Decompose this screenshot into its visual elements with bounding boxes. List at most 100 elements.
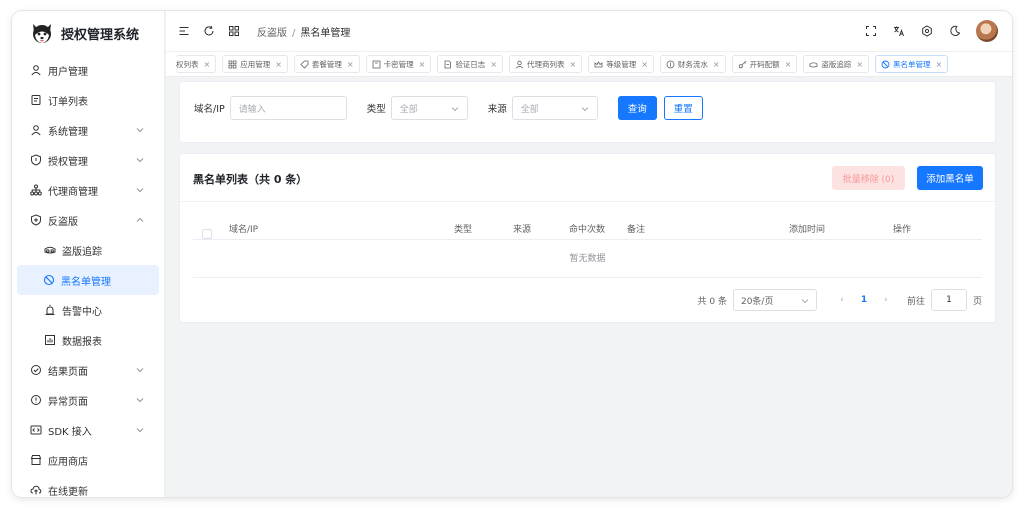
sidebar-menu: 用户管理 订单列表 系统管理 授权管理 代理商管理 反盗版 盗版追踪 黑名单管理… xyxy=(12,55,164,497)
sidebar-item-label: 订单列表 xyxy=(48,96,88,108)
close-icon[interactable]: × xyxy=(936,60,943,69)
tab-blacklist-management[interactable]: 黑名单管理 × xyxy=(875,55,949,73)
tab-label: 卡密管理 xyxy=(383,59,414,69)
sidebar-item-blacklist-management[interactable]: 黑名单管理 xyxy=(17,265,159,295)
close-icon[interactable]: × xyxy=(275,60,282,69)
ban-icon xyxy=(881,60,890,69)
source-select[interactable]: 全部 xyxy=(511,96,598,120)
translate-icon[interactable] xyxy=(892,24,906,38)
sidebar-item-order-list[interactable]: 订单列表 xyxy=(12,85,164,115)
sidebar-item-label: SDK 接入 xyxy=(48,426,92,438)
tab-level-management[interactable]: 等级管理 × xyxy=(588,55,654,73)
sidebar-item-license-management[interactable]: 授权管理 xyxy=(12,145,164,175)
page-size-select[interactable]: 20条/页 xyxy=(732,289,817,311)
sidebar-item-app-store[interactable]: 应用商店 xyxy=(12,445,164,475)
tab-app-management[interactable]: 应用管理 × xyxy=(222,55,288,73)
query-button[interactable]: 查询 xyxy=(617,96,657,120)
card-icon xyxy=(372,60,381,69)
grid-icon xyxy=(228,60,237,69)
crown-icon xyxy=(594,60,603,69)
sidebar-item-agent-management[interactable]: 代理商管理 xyxy=(12,175,164,205)
user-avatar[interactable] xyxy=(976,20,998,42)
chevron-down-icon xyxy=(136,188,144,193)
tab-finance-flow[interactable]: 财务流水 × xyxy=(659,55,726,73)
user-icon xyxy=(30,124,42,136)
close-icon[interactable]: × xyxy=(347,60,354,69)
sidebar-item-system-management[interactable]: 系统管理 xyxy=(12,115,164,145)
tab-card-management[interactable]: 卡密管理 × xyxy=(365,55,432,73)
topbar: 反盗版 / 黑名单管理 xyxy=(166,11,1012,51)
close-icon[interactable]: × xyxy=(419,60,426,69)
reset-button[interactable]: 重置 xyxy=(663,96,703,120)
settings-icon[interactable] xyxy=(920,24,934,38)
sidebar-item-alarm-center[interactable]: 告警中心 xyxy=(12,295,164,325)
doc-icon xyxy=(443,60,452,69)
sidebar-item-result-page[interactable]: 结果页面 xyxy=(12,355,164,385)
sidebar-item-user-management[interactable]: 用户管理 xyxy=(12,55,164,85)
chevron-down-icon xyxy=(801,299,809,304)
page-number-current[interactable]: 1 xyxy=(853,295,875,305)
tab-license-list[interactable]: 权列表 × xyxy=(176,55,217,73)
list-title: 黑名单列表（共 0 条） xyxy=(193,173,308,186)
sidebar-item-label: 在线更新 xyxy=(48,486,88,498)
menu-fold-icon[interactable] xyxy=(177,24,191,38)
sidebar-item-online-update[interactable]: 在线更新 xyxy=(12,475,164,497)
close-icon[interactable]: × xyxy=(856,60,863,69)
tab-label: 验证日志 xyxy=(455,59,486,69)
chevron-down-icon xyxy=(136,428,144,433)
batch-remove-button[interactable]: 批量移除 (0) xyxy=(832,166,905,190)
checkbox-box xyxy=(202,229,212,239)
sidebar-item-data-report[interactable]: 数据报表 xyxy=(12,325,164,355)
tab-agent-list[interactable]: 代理商列表 × xyxy=(509,55,583,73)
dark-mode-moon-icon[interactable] xyxy=(948,24,962,38)
chevron-down-icon xyxy=(136,398,144,403)
apps-grid-icon[interactable] xyxy=(227,24,241,38)
next-page-button[interactable]: › xyxy=(875,295,897,305)
close-icon[interactable]: × xyxy=(490,60,497,69)
source-select-value: 全部 xyxy=(520,104,539,115)
tab-label: 财务流水 xyxy=(677,59,708,69)
ban-icon xyxy=(43,274,55,286)
org-tree-icon xyxy=(30,184,42,196)
order-list-icon xyxy=(30,94,42,106)
tab-label: 代理商列表 xyxy=(527,59,565,69)
type-select[interactable]: 全部 xyxy=(390,96,468,120)
fullscreen-icon[interactable] xyxy=(864,24,878,38)
column-domain-ip: 域名/IP xyxy=(229,225,259,235)
breadcrumb-item[interactable]: 反盗版 xyxy=(257,28,287,39)
prev-page-button[interactable]: ‹ xyxy=(831,295,853,305)
sidebar-item-sdk-access[interactable]: SDK 接入 xyxy=(12,415,164,445)
tab-label: 开码配额 xyxy=(749,59,780,69)
sidebar-item-anti-piracy[interactable]: 反盗版 xyxy=(12,205,164,235)
shield-icon xyxy=(30,154,42,166)
close-icon[interactable]: × xyxy=(785,60,792,69)
goto-page-input[interactable]: 1 xyxy=(930,289,967,311)
sidebar-item-label: 用户管理 xyxy=(48,66,88,78)
bar-chart-icon xyxy=(44,334,56,346)
sidebar-item-piracy-tracking[interactable]: 盗版追踪 xyxy=(12,235,164,265)
tab-code-quota[interactable]: 开码配额 × xyxy=(731,55,798,73)
warning-circle-icon xyxy=(30,394,42,406)
close-icon[interactable]: × xyxy=(570,60,577,69)
domain-input[interactable]: 请输入 xyxy=(229,96,347,120)
close-icon[interactable]: × xyxy=(641,60,648,69)
column-added-time: 添加时间 xyxy=(789,225,826,235)
column-actions: 操作 xyxy=(893,225,912,235)
tab-label: 套餐管理 xyxy=(311,59,342,69)
sidebar-item-exception-page[interactable]: 异常页面 xyxy=(12,385,164,415)
user-icon xyxy=(515,60,524,69)
tab-piracy-tracking[interactable]: 盗版追踪 × xyxy=(803,55,870,73)
tab-label: 盗版追踪 xyxy=(821,59,852,69)
refresh-icon[interactable] xyxy=(202,24,216,38)
filter-row: 域名/IP 请输入 类型 全部 来源 全部 查询 重置 xyxy=(180,96,703,120)
empty-state: 暂无数据 xyxy=(193,240,982,278)
sidebar-item-label: 黑名单管理 xyxy=(61,276,111,288)
sidebar-item-label: 系统管理 xyxy=(48,126,88,138)
goggles-icon xyxy=(809,60,818,69)
close-icon[interactable]: × xyxy=(713,60,720,69)
tab-verify-log[interactable]: 验证日志 × xyxy=(437,55,504,73)
total-count: 共 0 条 xyxy=(697,296,727,307)
add-blacklist-button[interactable]: 添加黑名单 xyxy=(917,166,983,190)
close-icon[interactable]: × xyxy=(204,60,211,69)
tab-package-management[interactable]: 套餐管理 × xyxy=(293,55,360,73)
